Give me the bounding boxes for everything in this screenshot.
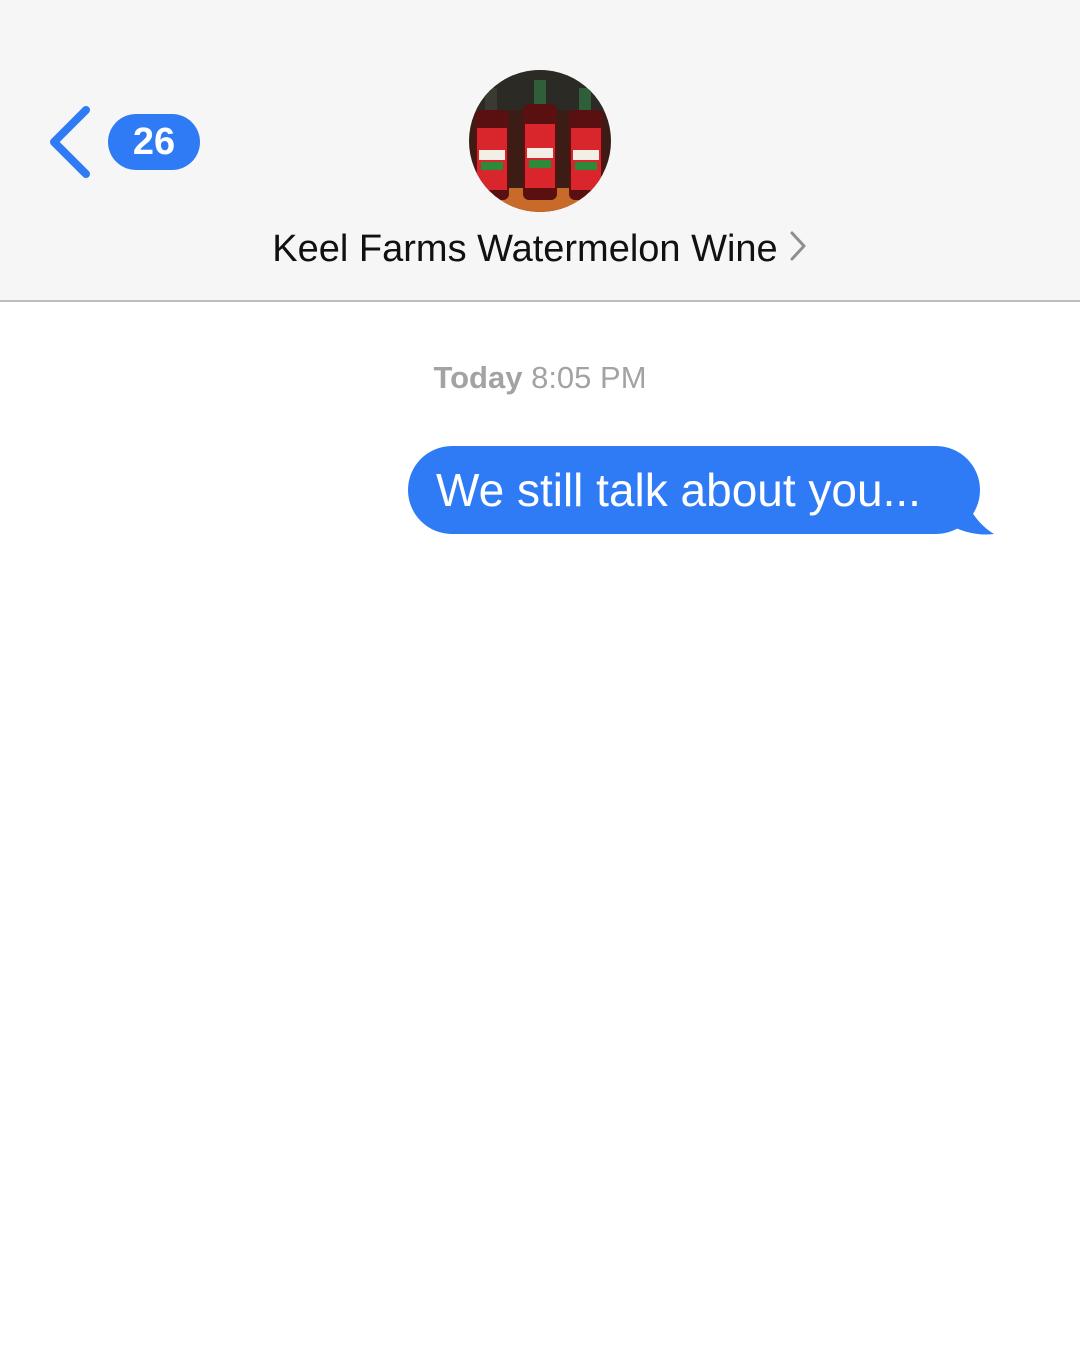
timestamp-time: 8:05 PM	[531, 360, 647, 395]
chevron-right-icon	[790, 231, 806, 261]
contact-name-button[interactable]: Keel Farms Watermelon Wine	[0, 228, 1080, 271]
contact-avatar[interactable]	[469, 70, 611, 212]
messages-screen: 26 Keel Farms Watermelon Wine Today 8:05…	[0, 0, 1080, 1350]
wine-bottles-photo	[469, 70, 611, 212]
conversation-header: 26 Keel Farms Watermelon Wine	[0, 0, 1080, 302]
unread-count-badge: 26	[108, 114, 200, 170]
message-timestamp: Today 8:05 PM	[0, 360, 1080, 396]
outgoing-message[interactable]: We still talk about you...	[408, 446, 998, 538]
timestamp-day: Today	[433, 360, 523, 395]
chevron-left-icon	[50, 106, 90, 178]
back-button[interactable]: 26	[44, 104, 200, 180]
message-bubble: We still talk about you...	[408, 446, 980, 534]
contact-name: Keel Farms Watermelon Wine	[272, 228, 778, 270]
